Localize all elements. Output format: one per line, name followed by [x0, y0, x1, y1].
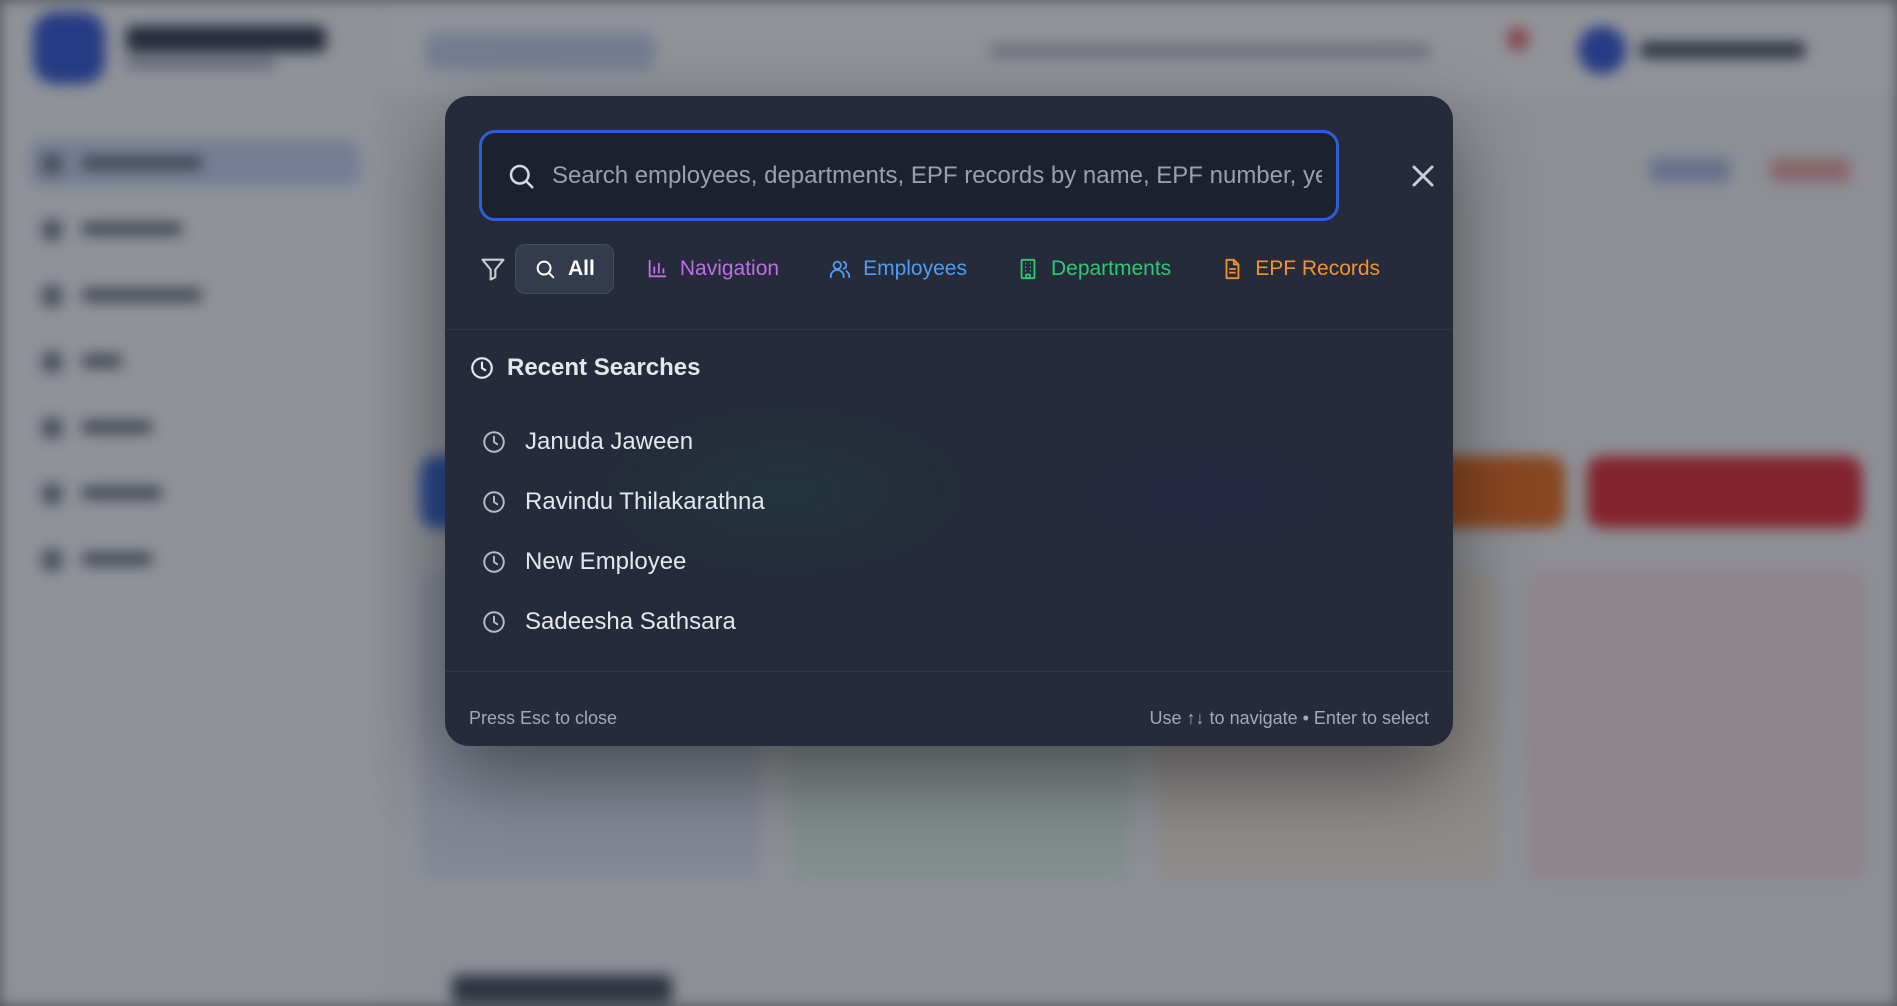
recent-search-label: Januda Jaween [525, 428, 694, 455]
filter-chip-employees[interactable]: Employees [811, 244, 985, 294]
filter-chip-departments[interactable]: Departments [999, 244, 1189, 294]
recent-search-item[interactable]: New Employee [481, 532, 765, 592]
filter-chip-label: EPF Records [1255, 257, 1381, 280]
filter-chip-epf-records[interactable]: EPF Records [1203, 244, 1398, 294]
clock-icon [483, 611, 505, 633]
divider [445, 329, 1453, 330]
filter-chip-label: Navigation [679, 257, 780, 280]
bar-chart-icon [648, 259, 667, 278]
clock-icon [483, 551, 505, 573]
footer-hint-navigate: Use ↑↓ to navigate • Enter to select [1149, 708, 1429, 728]
close-icon[interactable] [1405, 158, 1441, 194]
users-icon [829, 260, 851, 279]
clock-icon [483, 491, 505, 513]
recent-search-label: Sadeesha Sathsara [525, 608, 736, 635]
search-modal: All Navigation Employees D [445, 96, 1453, 746]
clock-icon [471, 357, 493, 379]
filter-chip-navigation[interactable]: Navigation [628, 244, 797, 294]
search-icon [509, 164, 534, 189]
filter-chip-label: Employees [863, 257, 967, 280]
recent-search-item[interactable]: Ravindu Thilakarathna [481, 472, 765, 532]
search-icon [536, 260, 555, 279]
recent-searches-title: Recent Searches [507, 354, 701, 381]
recent-search-item[interactable]: Januda Jaween [481, 412, 765, 472]
filter-chip-label: All [568, 257, 595, 280]
recent-search-item[interactable]: Sadeesha Sathsara [481, 592, 765, 652]
filter-bar: All Navigation Employees Departments EPF… [479, 242, 1412, 296]
filter-chip-all[interactable]: All [515, 244, 614, 294]
recent-searches-header: Recent Searches [469, 354, 700, 382]
filter-icon [481, 258, 505, 281]
search-row [479, 130, 1434, 222]
filter-chip-label: Departments [1050, 257, 1172, 280]
search-box[interactable] [479, 130, 1339, 221]
search-input[interactable] [552, 133, 1322, 218]
document-icon [1225, 258, 1240, 280]
recent-search-label: Ravindu Thilakarathna [525, 488, 765, 515]
footer-hint-close: Press Esc to close [469, 708, 618, 728]
building-icon [1020, 258, 1036, 280]
recent-searches-list: Januda Jaween Ravindu Thilakarathna New … [481, 412, 765, 652]
modal-footer: Press Esc to close Use ↑↓ to navigate • … [445, 672, 1453, 746]
recent-search-label: New Employee [525, 548, 687, 575]
clock-icon [483, 431, 505, 453]
